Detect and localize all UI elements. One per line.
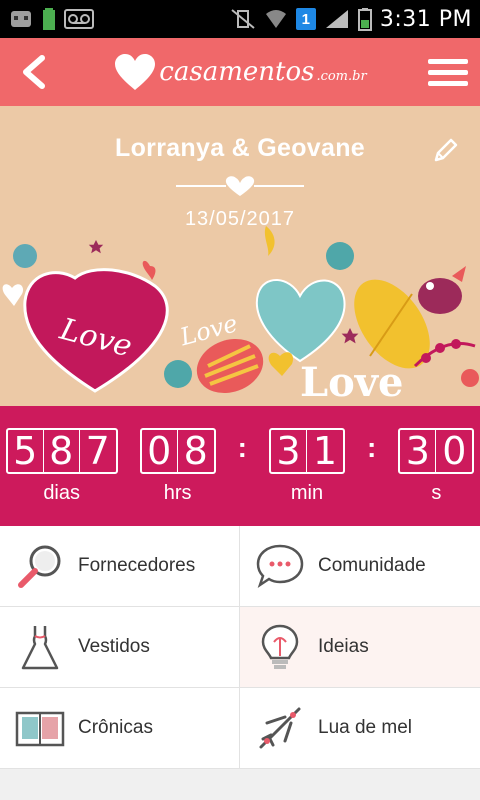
edit-button[interactable] — [432, 136, 460, 164]
countdown-seconds: 3 0 s — [398, 428, 475, 526]
menu-label: Comunidade — [318, 555, 426, 576]
days-digits: 5 8 7 — [5, 428, 118, 474]
digit: 3 — [400, 429, 437, 473]
app-logo: casamentos .com.br — [113, 52, 367, 92]
vibrate-mute-icon — [230, 8, 256, 30]
notification-badge: 1 — [295, 8, 316, 30]
menu-label: Vestidos — [78, 636, 150, 657]
status-bar: 1 3:31 PM — [0, 0, 480, 38]
magnifier-icon — [14, 540, 66, 592]
menu-item-lua-de-mel[interactable]: Lua de mel — [240, 688, 480, 769]
countdown-hours: 0 8 hrs — [139, 428, 216, 526]
digit: 8 — [183, 429, 208, 473]
menu-label: Crônicas — [78, 717, 153, 738]
digit: 1 — [312, 429, 338, 473]
menu-label: Fornecedores — [78, 555, 196, 576]
heart-logo-icon — [115, 54, 156, 90]
chevron-left-icon — [23, 55, 45, 89]
voicemail-icon — [64, 9, 94, 29]
minutes-digits: 3 1 — [269, 428, 345, 474]
digit: 8 — [44, 429, 80, 473]
countdown-minutes: 3 1 min — [269, 428, 345, 526]
battery-charging-icon — [42, 7, 56, 31]
app-header: casamentos .com.br — [0, 38, 480, 106]
couple-names: Lorranya & Geovane — [115, 134, 365, 162]
logo-tld: .com.br — [316, 68, 367, 84]
minutes-label: min — [290, 482, 324, 504]
feature-menu: Fornecedores Comunidade Vestidos Ideias … — [0, 526, 480, 769]
menu-line — [428, 58, 468, 64]
seconds-digits: 3 0 — [398, 428, 475, 474]
menu-item-comunidade[interactable]: Comunidade — [240, 526, 480, 607]
lightbulb-icon — [254, 621, 306, 673]
colon-separator: : — [367, 432, 377, 463]
signal-icon — [324, 8, 350, 30]
seconds-label: s — [431, 482, 442, 504]
hours-label: hrs — [163, 482, 192, 504]
countdown: 5 8 7 dias 0 8 hrs : 3 1 min : 3 0 s — [0, 406, 480, 526]
digit: 7 — [85, 429, 110, 473]
logo-text: casamentos — [159, 57, 315, 87]
wedding-date: 13/05/2017 — [184, 208, 296, 230]
wedding-hero: Love Love Love Lorranya & Geovane 13/05/… — [0, 106, 480, 406]
menu-item-cronicas[interactable]: Crônicas — [0, 688, 240, 769]
days-label: dias — [43, 482, 81, 504]
android-notification-icon — [8, 7, 34, 31]
colon-separator: : — [237, 432, 247, 463]
wifi-icon — [264, 8, 288, 30]
photo-album-icon — [14, 702, 66, 754]
dress-icon — [14, 621, 66, 673]
back-button[interactable] — [14, 52, 54, 92]
menu-label: Lua de mel — [318, 717, 413, 738]
menu-label: Ideias — [318, 636, 369, 657]
footer-space — [0, 769, 480, 800]
menu-line — [428, 80, 468, 86]
love-illustration: Love Love Love — [2, 226, 479, 406]
digit: 0 — [442, 429, 467, 473]
clock: 3:31 PM — [379, 6, 472, 32]
digit: 3 — [271, 429, 307, 473]
art-word-love-3: Love — [300, 359, 404, 406]
chat-bubble-icon — [254, 540, 306, 592]
countdown-days: 5 8 7 dias — [5, 428, 118, 526]
hamburger-menu-button[interactable] — [428, 52, 468, 92]
digit: 5 — [8, 429, 44, 473]
digit: 0 — [142, 429, 178, 473]
menu-item-fornecedores[interactable]: Fornecedores — [0, 526, 240, 607]
menu-item-vestidos[interactable]: Vestidos — [0, 607, 240, 688]
hours-digits: 0 8 — [139, 428, 216, 474]
airplane-icon — [254, 702, 306, 754]
pencil-icon — [434, 138, 458, 162]
menu-item-ideias[interactable]: Ideias — [240, 607, 480, 688]
menu-line — [428, 69, 468, 75]
battery-icon — [357, 7, 372, 31]
heart-divider — [176, 176, 304, 196]
